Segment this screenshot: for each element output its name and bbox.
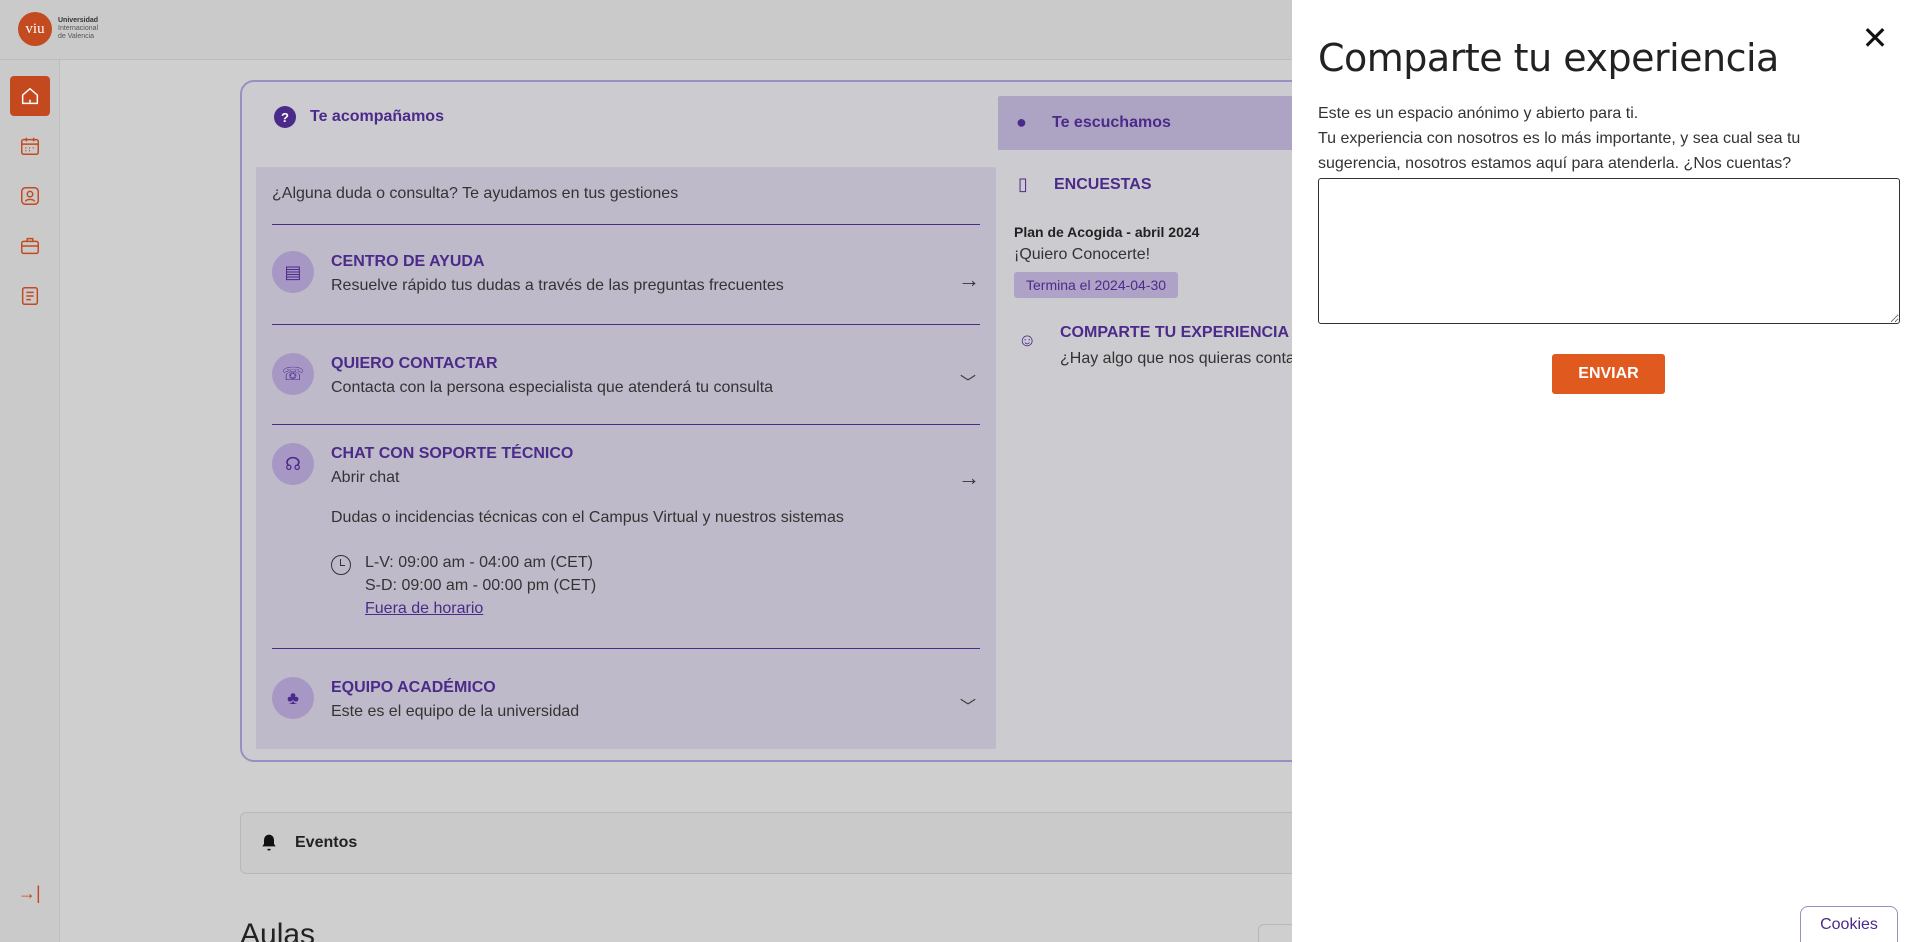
support-heading-label: Te acompañamos: [310, 108, 444, 125]
surveys-heading-label: ENCUESTAS: [1054, 176, 1152, 193]
clipboard-icon: ▯: [1018, 174, 1028, 194]
surveys-heading: ▯ ENCUESTAS: [1018, 174, 1152, 196]
help-center-subtitle: Resuelve rápido tus dudas a través de la…: [331, 277, 784, 294]
hours-weekend: S-D: 09:00 am - 00:00 pm (CET): [365, 577, 597, 594]
question-icon: ?: [274, 106, 296, 128]
bell-icon: [262, 834, 276, 851]
close-icon[interactable]: ✕: [1860, 22, 1890, 54]
survey-end-badge: Termina el 2024-04-30: [1014, 272, 1179, 298]
academic-team-title: EQUIPO ACADÉMICO: [331, 679, 496, 696]
academic-team-item[interactable]: ♣ EQUIPO ACADÉMICO Este es el equipo de …: [272, 677, 980, 727]
calendar-icon: [21, 137, 39, 155]
contact-item[interactable]: ☏ QUIERO CONTACTAR Contacta con la perso…: [272, 353, 980, 403]
support-heading: ? Te acompañamos: [256, 92, 996, 142]
listening-heading: ● Te escuchamos: [998, 96, 1340, 150]
share-experience-subtitle: ¿Hay algo que nos quieras contarnos?: [1060, 350, 1300, 367]
panel-description: Este es un espacio anónimo y abierto par…: [1318, 101, 1878, 176]
support-card: ? Te acompañamos ¿Alguna duda o consulta…: [240, 80, 1340, 762]
help-box: ¿Alguna duda o consulta? Te ayudamos en …: [256, 167, 996, 749]
university-logo[interactable]: viu Universidad Internacional de Valenci…: [18, 12, 98, 46]
contact-subtitle: Contacta con la persona especialista que…: [331, 379, 774, 396]
logo-line-1: Universidad: [58, 17, 99, 24]
feedback-textarea[interactable]: [1318, 178, 1900, 324]
tech-chat-title: CHAT CON SOPORTE TÉCNICO: [331, 445, 574, 462]
sidebar-item-home[interactable]: [10, 76, 50, 116]
home-icon: [21, 87, 39, 105]
document-icon: [21, 287, 39, 305]
help-center-item[interactable]: ▤ CENTRO DE AYUDA Resuelve rápido tus du…: [272, 251, 980, 301]
open-chat-link[interactable]: Abrir chat: [331, 469, 399, 487]
logo-line-3: de Valencia: [58, 33, 95, 40]
logo-mark: viu: [18, 12, 52, 46]
events-label: Eventos: [295, 834, 358, 851]
sidebar-item-documents[interactable]: [10, 276, 50, 316]
sidebar-item-briefcase[interactable]: [10, 226, 50, 266]
contact-title: QUIERO CONTACTAR: [331, 355, 498, 372]
arrow-right-icon[interactable]: →: [958, 465, 980, 491]
panel-description-line-2: Tu experiencia con nosotros es lo más im…: [1318, 130, 1801, 172]
help-intro: ¿Alguna duda o consulta? Te ayudamos en …: [272, 185, 679, 202]
chat-icon: ☺: [1018, 330, 1037, 350]
profile-icon: [21, 187, 39, 205]
user-feedback-icon: ●: [1016, 112, 1027, 132]
share-experience-title: COMPARTE TU EXPERIENCIA: [1060, 324, 1290, 341]
sidebar: →|: [0, 60, 60, 942]
tech-chat-item: ☊ CHAT CON SOPORTE TÉCNICO Abrir chat → …: [272, 443, 980, 643]
clock-icon: [331, 555, 351, 575]
divider: [272, 324, 980, 325]
team-icon: ♣: [272, 677, 314, 719]
send-button[interactable]: ENVIAR: [1552, 354, 1665, 394]
survey-name[interactable]: ¡Quiero Conocerte!: [1014, 246, 1150, 264]
events-bar[interactable]: Eventos: [240, 812, 1340, 874]
collapse-sidebar-icon[interactable]: →|: [18, 883, 41, 904]
tech-chat-description: Dudas o incidencias técnicas con el Camp…: [331, 509, 844, 526]
sidebar-item-profile[interactable]: [10, 176, 50, 216]
divider: [272, 648, 980, 649]
headset-icon: ☊: [272, 443, 314, 485]
feedback-panel: Comparte tu experiencia ✕ Este es un esp…: [1292, 0, 1922, 942]
aulas-heading: Aulas: [240, 918, 316, 942]
chevron-down-icon[interactable]: ﹀: [960, 693, 976, 717]
chat-bubble-icon: ☏: [272, 353, 314, 395]
out-of-hours-link[interactable]: Fuera de horario: [365, 600, 483, 617]
sidebar-item-calendar[interactable]: [10, 126, 50, 166]
help-center-title: CENTRO DE AYUDA: [331, 253, 485, 270]
panel-description-line-1: Este es un espacio anónimo y abierto par…: [1318, 105, 1639, 122]
chevron-down-icon[interactable]: ﹀: [960, 369, 976, 393]
hours-weekdays: L-V: 09:00 am - 04:00 am (CET): [365, 554, 593, 571]
academic-team-subtitle: Este es el equipo de la universidad: [331, 703, 580, 720]
support-column: ? Te acompañamos ¿Alguna duda o consulta…: [256, 92, 996, 749]
arrow-right-icon[interactable]: →: [958, 267, 980, 293]
panel-title: Comparte tu experiencia: [1318, 36, 1779, 80]
logo-line-2: Internacional: [58, 25, 99, 32]
listening-heading-label: Te escuchamos: [1052, 114, 1171, 131]
cookies-button[interactable]: Cookies: [1800, 906, 1898, 942]
book-icon: ▤: [272, 251, 314, 293]
briefcase-icon: [21, 237, 39, 255]
survey-plan: Plan de Acogida - abril 2024: [1014, 224, 1200, 240]
divider: [272, 424, 980, 425]
divider: [272, 224, 980, 225]
